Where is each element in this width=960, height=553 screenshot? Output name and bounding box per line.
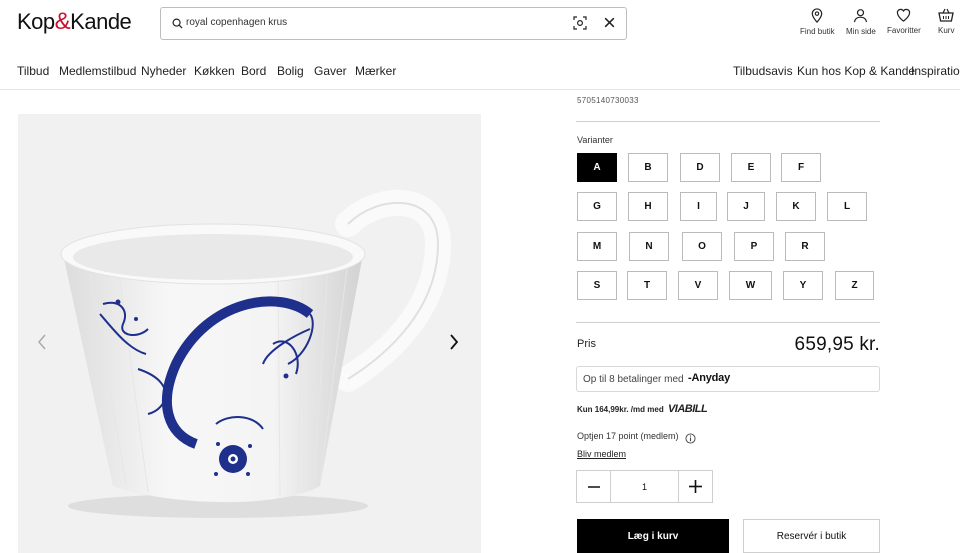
ean-number: 5705140730033 <box>577 96 639 105</box>
variant-button-o[interactable]: O <box>682 232 722 261</box>
anyday-info-box[interactable]: Op til 8 betalinger med -Anyday <box>576 366 880 392</box>
variant-button-h[interactable]: H <box>628 192 668 221</box>
clear-search-icon[interactable] <box>603 16 616 34</box>
logo-amp: & <box>54 8 71 35</box>
viabill-logo: VIABILL <box>667 403 708 415</box>
product-image[interactable] <box>18 114 481 553</box>
anyday-text: Op til 8 betalinger med <box>583 374 684 385</box>
nav-item-bolig[interactable]: Bolig <box>277 64 304 78</box>
nav-item-kokken[interactable]: Køkken <box>194 64 235 78</box>
viabill-info: Kun 164,99kr. /md med VIABILL <box>577 403 708 415</box>
reserve-in-store-button[interactable]: Reservér i butik <box>743 519 880 553</box>
variant-button-l[interactable]: L <box>827 192 867 221</box>
favorites-button[interactable]: Favoritter <box>887 8 921 35</box>
find-store-label: Find butik <box>800 27 835 36</box>
variant-button-i[interactable]: I <box>680 192 717 221</box>
nav-item-inspiration[interactable]: Inspiration <box>911 64 960 78</box>
search-input[interactable]: royal copenhagen krus <box>186 17 287 28</box>
variant-button-p[interactable]: P <box>734 232 774 261</box>
chevron-right-icon[interactable] <box>448 333 460 356</box>
variant-button-w[interactable]: W <box>729 271 772 300</box>
variant-button-b[interactable]: B <box>628 153 668 182</box>
points-text: Optjen 17 point (medlem) <box>577 431 679 441</box>
nav-item-nyheder[interactable]: Nyheder <box>141 64 186 78</box>
variant-button-g[interactable]: G <box>577 192 617 221</box>
image-search-icon[interactable] <box>573 16 587 35</box>
variant-button-v[interactable]: V <box>678 271 718 300</box>
variant-button-z[interactable]: Z <box>835 271 874 300</box>
variant-button-t[interactable]: T <box>627 271 667 300</box>
quantity-stepper: 1 <box>576 470 713 503</box>
search-icon <box>172 16 183 34</box>
variant-button-a[interactable]: A <box>577 153 617 182</box>
add-to-cart-button[interactable]: Læg i kurv <box>577 519 729 553</box>
variant-button-n[interactable]: N <box>629 232 669 261</box>
basket-icon <box>938 8 955 24</box>
variant-button-y[interactable]: Y <box>783 271 823 300</box>
basket-label: Kurv <box>938 26 955 35</box>
price-divider <box>576 322 880 323</box>
basket-button[interactable]: Kurv <box>938 8 954 35</box>
nav-item-maerker[interactable]: Mærker <box>355 64 396 78</box>
price-value: 659,95 kr. <box>794 334 880 355</box>
variant-button-j[interactable]: J <box>727 192 765 221</box>
info-icon[interactable] <box>685 431 696 449</box>
logo[interactable]: Kop&Kande <box>17 8 132 36</box>
variant-button-f[interactable]: F <box>781 153 821 182</box>
increase-quantity-button[interactable] <box>678 471 712 502</box>
header-divider <box>0 89 960 90</box>
find-store-icon <box>810 8 824 25</box>
variant-button-e[interactable]: E <box>731 153 771 182</box>
logo-text-left: Kop <box>17 9 55 34</box>
chevron-left-icon[interactable] <box>36 333 48 356</box>
nav-item-bord[interactable]: Bord <box>241 64 266 78</box>
variants-label: Varianter <box>577 135 613 145</box>
ean-divider <box>576 121 880 122</box>
variant-button-r[interactable]: R <box>785 232 825 261</box>
decrease-quantity-button[interactable] <box>577 471 611 502</box>
variant-button-m[interactable]: M <box>577 232 617 261</box>
variant-button-s[interactable]: S <box>577 271 617 300</box>
search-bar[interactable]: royal copenhagen krus <box>160 7 627 40</box>
heart-icon <box>896 8 911 24</box>
find-store-button[interactable]: Find butik <box>800 8 835 36</box>
favorites-label: Favoritter <box>887 26 921 35</box>
nav-item-tilbudsavis[interactable]: Tilbudsavis <box>733 64 793 78</box>
nav-item-gaver[interactable]: Gaver <box>314 64 347 78</box>
nav-item-medlemstilbud[interactable]: Medlemstilbud <box>59 64 136 78</box>
logo-text-right: Kande <box>70 9 132 34</box>
my-page-button[interactable]: Min side <box>846 8 876 36</box>
viabill-text: Kun 164,99kr. /md med <box>577 405 664 414</box>
become-member-link[interactable]: Bliv medlem <box>577 449 626 459</box>
my-page-label: Min side <box>846 27 876 36</box>
price-label: Pris <box>577 338 596 350</box>
nav-item-tilbud[interactable]: Tilbud <box>17 64 49 78</box>
nav-item-kun-hos[interactable]: Kun hos Kop & Kande <box>797 64 915 78</box>
anyday-logo: -Anyday <box>688 372 730 384</box>
variant-button-k[interactable]: K <box>776 192 816 221</box>
user-icon <box>853 9 868 25</box>
variant-button-d[interactable]: D <box>680 153 720 182</box>
quantity-input[interactable]: 1 <box>611 471 678 502</box>
